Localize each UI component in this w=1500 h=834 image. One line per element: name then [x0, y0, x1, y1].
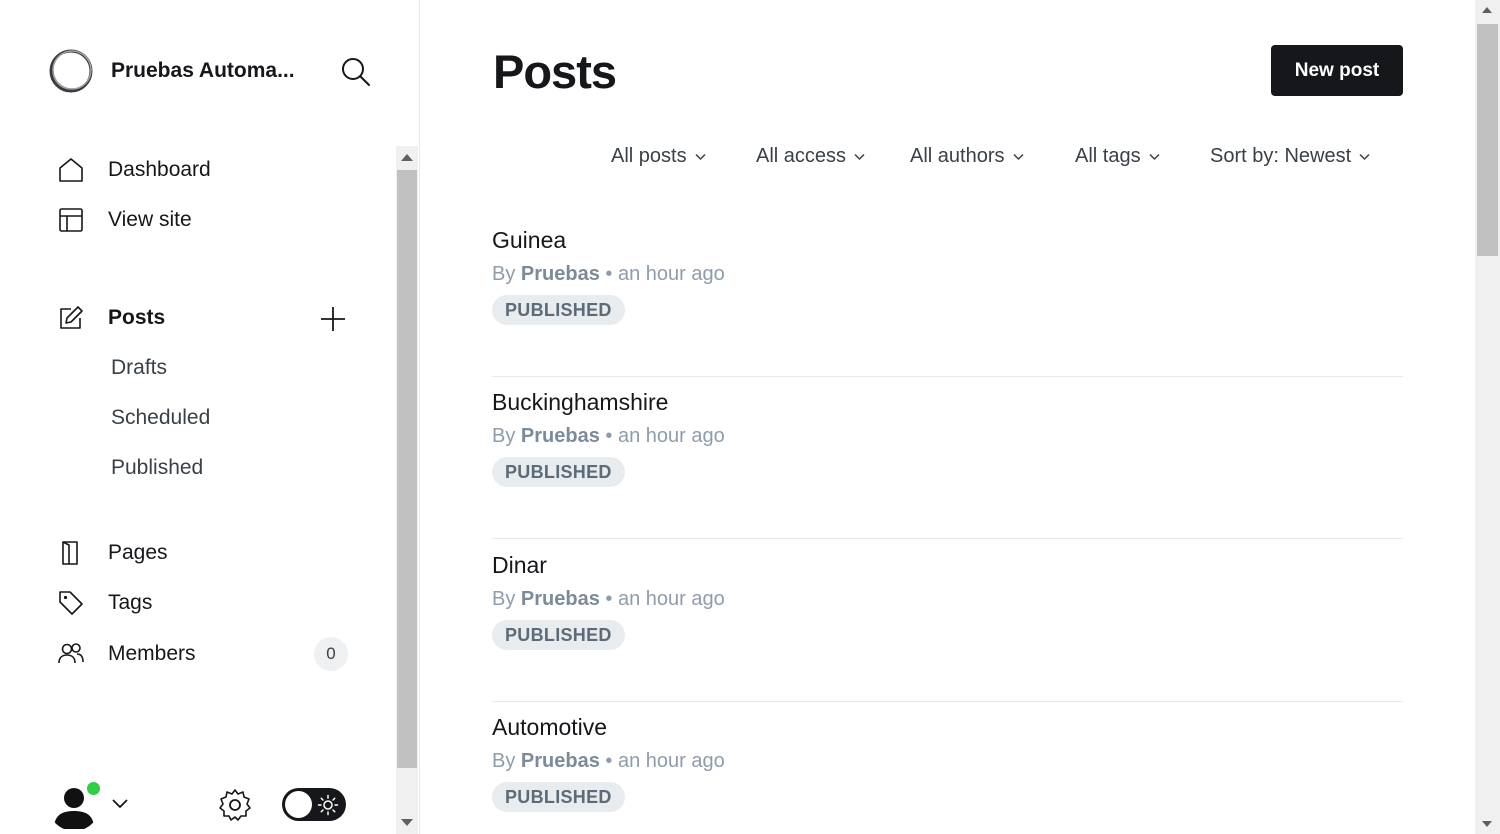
post-list-item[interactable]: Guinea By Pruebas • an hour ago PUBLISHE… — [492, 227, 1403, 377]
sidebar-item-members[interactable]: Members — [57, 634, 357, 674]
sun-icon — [317, 794, 339, 816]
post-by: By — [492, 750, 516, 772]
chevron-down-icon — [695, 153, 706, 160]
site-title: Pruebas Automa... — [111, 59, 295, 82]
main-content: Posts New post All posts All access All … — [421, 0, 1475, 834]
sidebar-scrollbar[interactable] — [396, 146, 418, 834]
chevron-down-icon — [1012, 153, 1024, 160]
filter-tags[interactable]: All tags — [1075, 145, 1160, 168]
users-icon — [58, 643, 84, 664]
status-badge: PUBLISHED — [492, 457, 625, 487]
sidebar-item-view-site[interactable]: View site — [57, 200, 357, 240]
sidebar-item-label: Dashboard — [108, 158, 211, 181]
filter-sort[interactable]: Sort by: Newest — [1210, 145, 1370, 168]
sidebar-item-scheduled[interactable]: Scheduled — [111, 406, 210, 430]
home-icon — [59, 158, 83, 182]
chevron-down-icon[interactable] — [110, 796, 130, 812]
post-meta: By Pruebas • an hour ago — [492, 263, 725, 286]
filter-label: All authors — [910, 145, 1005, 167]
sidebar-item-label: View site — [108, 208, 192, 231]
post-time: • an hour ago — [605, 263, 725, 285]
add-post-plus-icon[interactable] — [319, 305, 347, 333]
post-list-item[interactable]: Buckinghamshire By Pruebas • an hour ago… — [492, 389, 1403, 539]
post-author: Pruebas — [520, 588, 600, 610]
gear-icon[interactable] — [218, 788, 252, 822]
page-title: Posts — [493, 45, 617, 98]
post-list-item[interactable]: Automotive By Pruebas • an hour ago PUBL… — [492, 714, 1403, 834]
tag-icon — [59, 591, 83, 615]
online-status-dot — [85, 780, 102, 797]
status-badge: PUBLISHED — [492, 295, 625, 325]
page-icon — [62, 541, 78, 565]
filter-access[interactable]: All access — [756, 145, 865, 168]
filter-post-type[interactable]: All posts — [611, 145, 706, 168]
sidebar-item-label: Posts — [108, 306, 166, 329]
post-time: • an hour ago — [605, 425, 725, 447]
site-logo-icon — [49, 49, 93, 93]
sidebar-item-label: Pages — [108, 541, 168, 564]
post-by: By — [492, 425, 516, 447]
post-time: • an hour ago — [605, 750, 725, 772]
post-author: Pruebas — [520, 750, 600, 772]
scroll-up-arrow-icon[interactable] — [1482, 7, 1492, 13]
brand[interactable]: Pruebas Automa... — [48, 48, 295, 94]
post-title: Dinar — [492, 552, 547, 578]
status-badge: PUBLISHED — [492, 620, 625, 650]
post-meta: By Pruebas • an hour ago — [492, 425, 725, 448]
scroll-up-arrow-icon[interactable] — [401, 154, 413, 161]
post-title: Automotive — [492, 714, 608, 740]
chevron-down-icon — [854, 153, 865, 160]
toggle-knob — [285, 791, 312, 818]
theme-toggle[interactable] — [282, 788, 346, 821]
chevron-down-icon — [1359, 153, 1370, 160]
post-time: • an hour ago — [605, 588, 725, 610]
filter-label: Sort by: Newest — [1210, 145, 1352, 167]
post-title: Guinea — [492, 227, 567, 253]
post-title: Buckinghamshire — [492, 389, 669, 415]
sidebar-item-pages[interactable]: Pages — [57, 533, 357, 573]
sidebar-item-drafts[interactable]: Drafts — [111, 356, 167, 380]
scrollbar-thumb[interactable] — [397, 170, 417, 768]
post-meta: By Pruebas • an hour ago — [492, 588, 725, 611]
filter-bar: All posts All access All authors All tag… — [421, 145, 1421, 171]
sidebar: Pruebas Automa... Dashboard View site Po… — [0, 0, 420, 834]
members-count-badge: 0 — [314, 637, 348, 671]
sidebar-item-label: Members — [108, 642, 196, 665]
filter-label: All tags — [1075, 145, 1141, 167]
sidebar-item-label: Tags — [108, 591, 153, 614]
post-by: By — [492, 588, 516, 610]
sidebar-item-published[interactable]: Published — [111, 456, 203, 480]
filter-authors[interactable]: All authors — [910, 145, 1024, 168]
new-post-button[interactable]: New post — [1271, 45, 1403, 96]
post-list-item[interactable]: Dinar By Pruebas • an hour ago PUBLISHED — [492, 552, 1403, 702]
sidebar-item-tags[interactable]: Tags — [57, 583, 357, 623]
post-by: By — [492, 263, 516, 285]
scroll-down-arrow-icon[interactable] — [401, 819, 413, 826]
search-icon[interactable] — [340, 56, 372, 88]
sidebar-item-posts[interactable]: Posts — [57, 298, 357, 338]
scroll-down-arrow-icon[interactable] — [1482, 821, 1492, 827]
post-meta: By Pruebas • an hour ago — [492, 750, 725, 773]
chevron-down-icon — [1149, 153, 1160, 160]
status-badge: PUBLISHED — [492, 782, 625, 812]
post-author: Pruebas — [520, 425, 600, 447]
edit-icon — [60, 306, 83, 329]
filter-label: All access — [756, 145, 847, 167]
layout-icon — [59, 208, 83, 232]
sidebar-item-dashboard[interactable]: Dashboard — [57, 150, 357, 190]
scrollbar-thumb[interactable] — [1477, 24, 1498, 256]
filter-label: All posts — [611, 145, 687, 167]
page-scrollbar[interactable] — [1475, 0, 1500, 834]
post-author: Pruebas — [520, 263, 600, 285]
